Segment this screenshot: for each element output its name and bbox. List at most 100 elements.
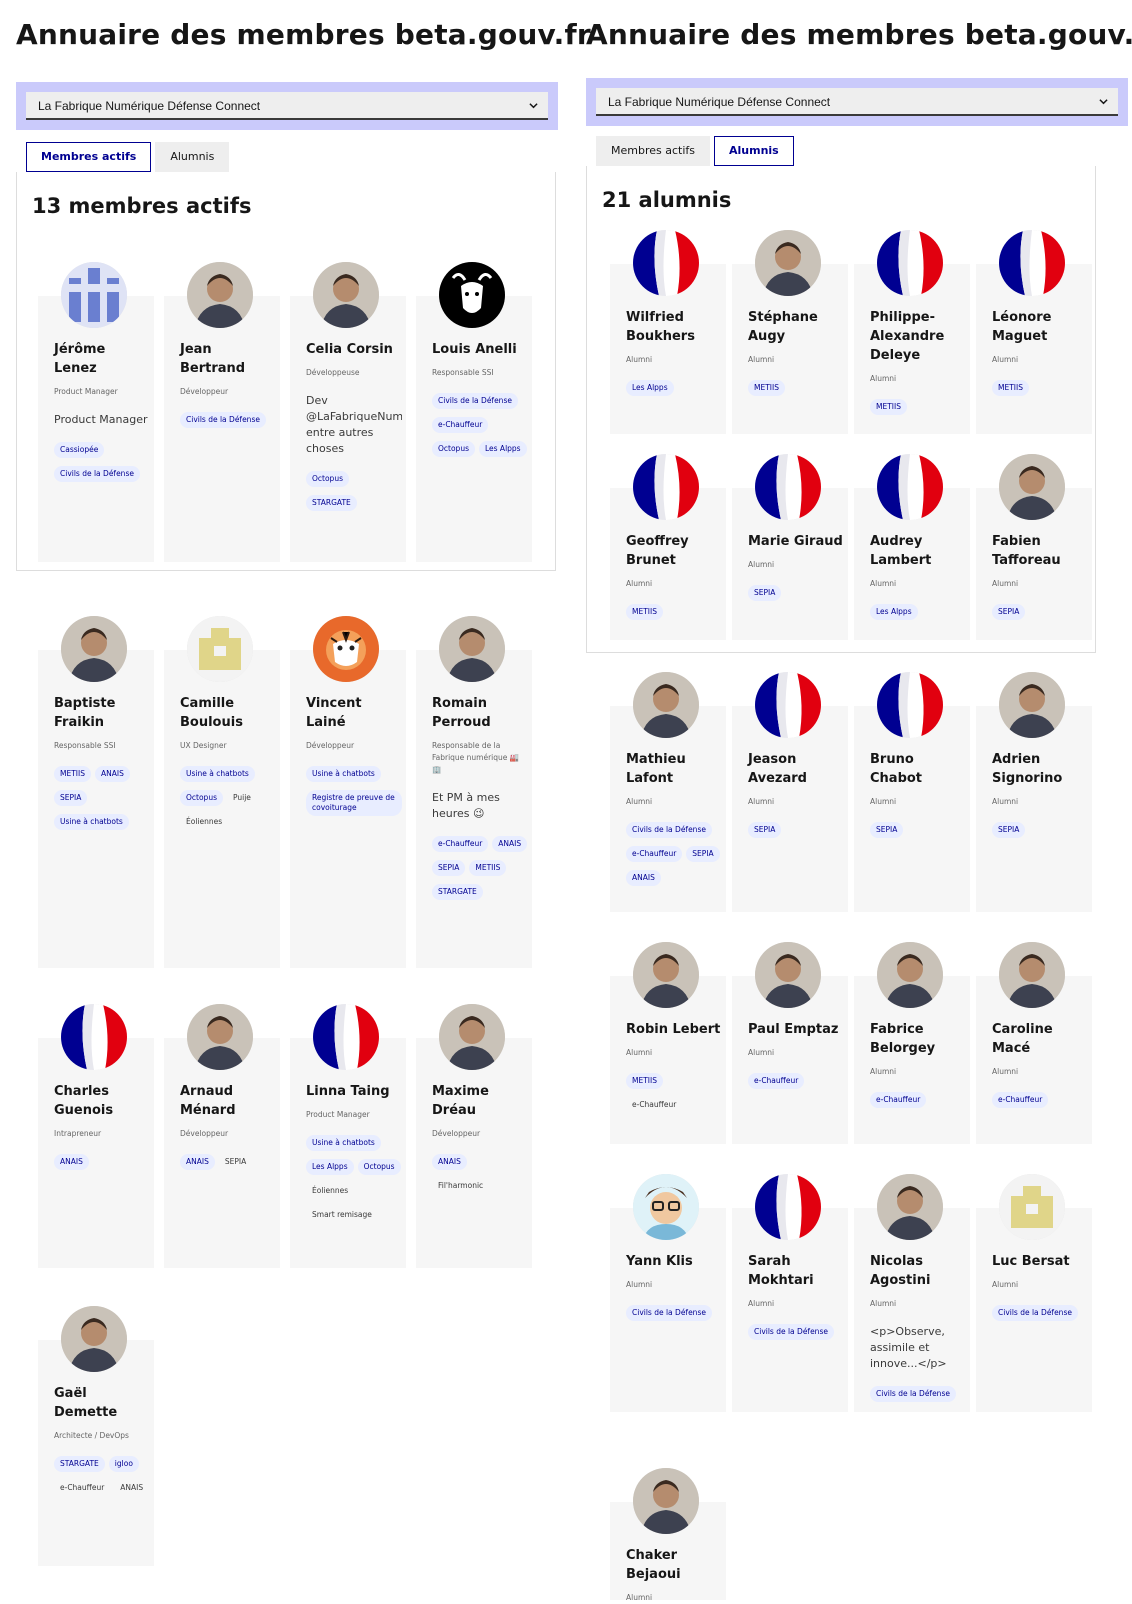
startup-tag[interactable]: e-Chauffeur [432,836,489,852]
startup-tag[interactable]: SEPIA [870,822,904,838]
member-name[interactable]: Jérôme Lenez [54,340,150,378]
tab-alumnis[interactable]: Alumnis [155,142,230,172]
startup-tag[interactable]: STARGATE [432,884,483,900]
startup-tag[interactable]: Usine à chatbots [306,766,381,782]
startup-tag[interactable]: Les Alpps [870,604,918,620]
startup-tag[interactable]: METIIS [469,860,507,876]
startup-tag[interactable]: SEPIA [432,860,466,876]
member-name[interactable]: Romain Perroud [432,694,528,732]
member-name[interactable]: Sarah Mokhtari [748,1252,844,1290]
member-card[interactable]: Sarah Mokhtari Alumni Civils de la Défense [732,1174,848,1412]
startup-tag[interactable]: ANAIS [492,836,528,852]
startup-tag[interactable]: ANAIS [180,1154,215,1170]
startup-tag[interactable]: Octopus [432,441,475,457]
member-name[interactable]: Baptiste Fraikin [54,694,150,732]
member-name[interactable]: Fabrice Belorgey [870,1020,966,1058]
member-name[interactable]: Geoffrey Brunet [626,532,722,570]
member-name[interactable]: Maxime Dréau [432,1082,528,1120]
member-card[interactable]: Jean Bertrand Développeur Civils de la Déf… [164,262,280,562]
member-name[interactable]: Chaker Bejaoui [626,1546,722,1584]
startup-tag[interactable]: Cassiopée [54,442,105,458]
member-name[interactable]: Jeason Avezard [748,750,844,788]
startup-tag[interactable]: Les Alpps [478,441,527,457]
member-name[interactable]: Léonore Maguet [992,308,1088,346]
member-card[interactable]: Vincent Lainé Développeur Usine à chatbots… [290,616,406,968]
startup-tag[interactable]: ANAIS [432,1154,467,1170]
member-card[interactable]: Mathieu Lafont Alumni Civils de la Défense… [610,672,726,912]
member-card[interactable]: Celia Corsin Développeuse Dev @LaFabriqueN… [290,262,406,562]
startup-tag[interactable]: Civils de la Défense [870,1386,956,1402]
member-name[interactable]: Philippe-Alexandre Deleye [870,308,966,365]
startup-tag[interactable]: Civils de la Défense [748,1324,834,1340]
member-card[interactable]: Caroline Macé Alumni e-Chauffeur [976,942,1092,1144]
tab-membres-actifs[interactable]: Membres actifs [26,142,152,172]
tab-alumnis[interactable]: Alumnis [714,136,794,166]
member-name[interactable]: Wilfried Boukhers [626,308,722,346]
startup-tag[interactable]: SEPIA [992,822,1026,838]
member-name[interactable]: Arnaud Ménard [180,1082,276,1120]
member-name[interactable]: Vincent Lainé [306,694,402,732]
startup-select[interactable]: La Fabrique Numérique Défense Connect [26,92,548,120]
member-name[interactable]: Linna Taing [306,1082,402,1101]
member-name[interactable]: Louis Anelli [432,340,528,359]
startup-tag[interactable]: Les Alpps [306,1159,354,1175]
startup-tag[interactable]: ANAIS [54,1154,89,1170]
startup-tag[interactable]: STARGATE [54,1456,105,1472]
member-card[interactable]: Linna Taing Product Manager Usine à chatbo… [290,1004,406,1268]
startup-tag[interactable]: Civils de la Défense [626,822,712,838]
member-card[interactable]: Maxime Dréau Développeur ANAIS Fil'harmonic [416,1004,532,1268]
startup-tag[interactable]: Civils de la Défense [54,466,140,482]
member-name[interactable]: Robin Lebert [626,1020,722,1039]
member-card[interactable]: Yann Klis Alumni Civils de la Défense [610,1174,726,1412]
member-card[interactable]: Fabrice Belorgey Alumni e-Chauffeur [854,942,970,1144]
member-card[interactable]: Chaker Bejaoui Alumni [610,1468,726,1602]
startup-tag[interactable]: igloo [108,1456,139,1472]
startup-select[interactable]: La Fabrique Numérique Défense Connect [596,88,1118,116]
member-card[interactable]: Gaël Demette Architecte / DevOps STARGATE i… [38,1306,154,1566]
member-name[interactable]: Fabien Tafforeau [992,532,1088,570]
member-name[interactable]: Gaël Demette [54,1384,150,1422]
startup-tag[interactable]: METIIS [626,1073,663,1089]
member-name[interactable]: Mathieu Lafont [626,750,722,788]
member-card[interactable]: Audrey Lambert Alumni Les Alpps [854,454,970,640]
startup-tag[interactable]: SEPIA [748,585,782,601]
startup-tag[interactable]: Registre de preuve de covoiturage [306,790,402,816]
member-card[interactable]: Camille Boulouis UX Designer Usine à chatb… [164,616,280,968]
member-card[interactable]: Marie Giraud Alumni SEPIA [732,454,848,640]
member-card[interactable]: Romain Perroud Responsable de la Fabrique… [416,616,532,968]
startup-tag[interactable]: SEPIA [748,822,782,838]
startup-tag[interactable]: ANAIS [626,870,661,886]
member-card[interactable]: Adrien Signorino Alumni SEPIA [976,672,1092,912]
member-name[interactable]: Camille Boulouis [180,694,276,732]
startup-tag[interactable]: e-Chauffeur [626,846,683,862]
startup-tag[interactable]: e-Chauffeur [432,417,489,433]
startup-tag[interactable]: SEPIA [992,604,1026,620]
startup-tag[interactable]: METIIS [870,399,907,415]
member-card[interactable]: Robin Lebert Alumni METIIS e-Chauffeur [610,942,726,1144]
member-card[interactable]: Luc Bersat Alumni Civils de la Défense [976,1174,1092,1412]
startup-tag[interactable]: Usine à chatbots [54,814,129,830]
member-card[interactable]: Philippe-Alexandre Deleye Alumni METIIS [854,230,970,434]
startup-tag[interactable]: Civils de la Défense [626,1305,712,1321]
startup-tag[interactable]: METIIS [748,380,785,396]
member-card[interactable]: Stéphane Augy Alumni METIIS [732,230,848,434]
member-card[interactable]: Jérôme Lenez Product Manager Product Manag… [38,262,154,562]
startup-tag[interactable]: e-Chauffeur [870,1092,927,1108]
member-card[interactable]: Bruno Chabot Alumni SEPIA [854,672,970,912]
member-card[interactable]: Léonore Maguet Alumni METIIS [976,230,1092,434]
startup-tag[interactable]: e-Chauffeur [992,1092,1049,1108]
member-card[interactable]: Baptiste Fraikin Responsable SSI METIIS ANA… [38,616,154,968]
member-name[interactable]: Yann Klis [626,1252,722,1271]
member-name[interactable]: Caroline Macé [992,1020,1088,1058]
member-card[interactable]: Louis Anelli Responsable SSI Civils de la … [416,262,532,562]
member-name[interactable]: Audrey Lambert [870,532,966,570]
member-name[interactable]: Celia Corsin [306,340,402,359]
member-card[interactable]: Nicolas Agostini Alumni <p>Observe, assimi… [854,1174,970,1412]
member-card[interactable]: Geoffrey Brunet Alumni METIIS [610,454,726,640]
startup-tag[interactable]: METIIS [992,380,1029,396]
member-name[interactable]: Paul Emptaz [748,1020,844,1039]
startup-tag[interactable]: ANAIS [94,766,130,782]
member-card[interactable]: Jeason Avezard Alumni SEPIA [732,672,848,912]
startup-tag[interactable]: Octopus [180,790,223,806]
tab-membres-actifs[interactable]: Membres actifs [596,136,710,166]
